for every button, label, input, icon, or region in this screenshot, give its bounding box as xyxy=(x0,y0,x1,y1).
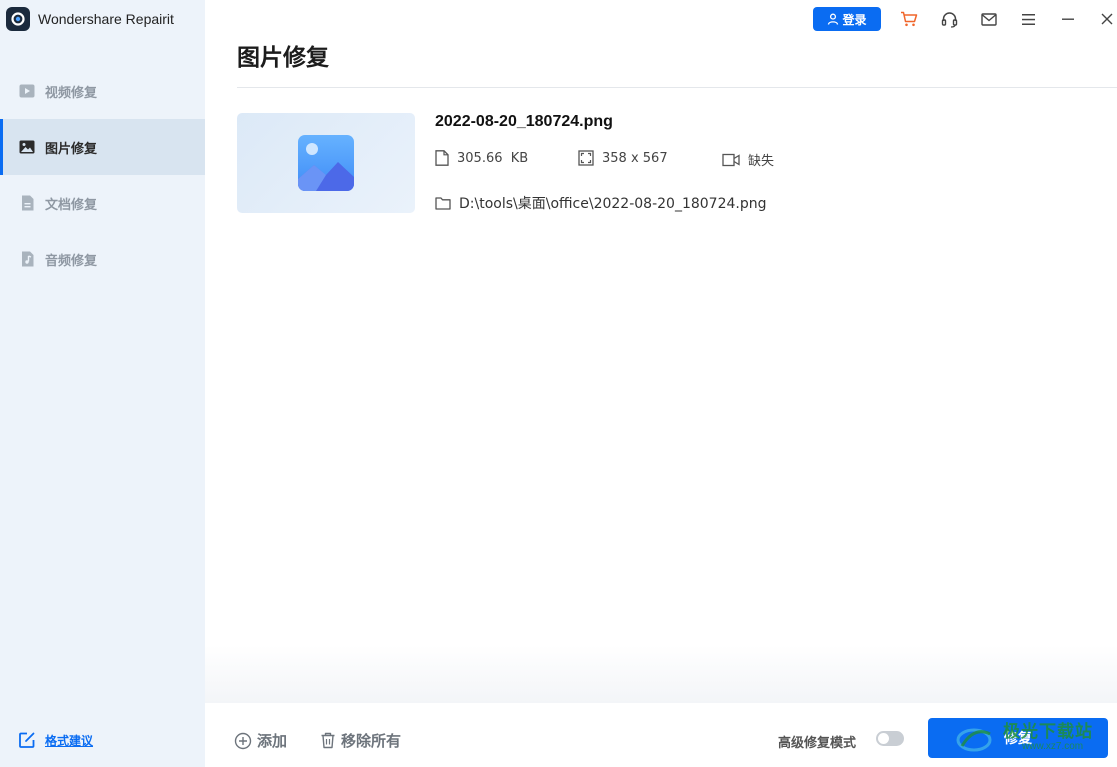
file-icon xyxy=(435,150,449,166)
file-resolution: 358 x 567 xyxy=(578,150,668,166)
app-window: Wondershare Repairit 视频修复 图片修复 文档修复 音频修复… xyxy=(0,0,1117,767)
trash-icon xyxy=(321,732,335,749)
add-label: 添加 xyxy=(257,732,288,750)
sidebar: Wondershare Repairit 视频修复 图片修复 文档修复 音频修复… xyxy=(0,0,205,767)
add-circle-icon xyxy=(234,732,252,749)
brand: Wondershare Repairit xyxy=(6,6,174,32)
sidebar-item-video-repair[interactable]: 视频修复 xyxy=(0,63,205,119)
close-icon[interactable] xyxy=(1097,9,1117,29)
login-button[interactable]: 登录 xyxy=(813,7,881,31)
app-title: Wondershare Repairit xyxy=(38,11,174,27)
page-title: 图片修复 xyxy=(237,45,329,71)
file-status-value: 缺失 xyxy=(748,154,775,169)
file-resolution-value: 358 x 567 xyxy=(602,150,668,166)
cart-icon[interactable] xyxy=(899,9,919,29)
repairit-logo-icon xyxy=(6,7,30,31)
sidebar-item-image-repair[interactable]: 图片修复 xyxy=(0,119,205,175)
image-icon xyxy=(18,138,36,156)
file-status: 缺失 xyxy=(722,150,774,169)
watermark-text: 极光下载站 xyxy=(1003,722,1093,742)
file-path-value: D:\tools\桌面\office\2022-08-20_180724.png xyxy=(459,196,767,212)
format-suggestion-link[interactable]: 格式建议 xyxy=(18,731,93,749)
file-size: 305.66 KB xyxy=(435,150,528,166)
format-suggestion-label: 格式建议 xyxy=(45,733,94,748)
edit-icon xyxy=(18,731,36,749)
sidebar-nav: 视频修复 图片修复 文档修复 音频修复 xyxy=(0,63,205,287)
login-label: 登录 xyxy=(842,12,867,27)
title-divider xyxy=(237,87,1117,88)
document-icon xyxy=(18,194,36,212)
user-icon xyxy=(828,13,839,25)
sidebar-item-label: 视频修复 xyxy=(45,85,98,101)
image-file-icon xyxy=(298,135,354,191)
sidebar-item-audio-repair[interactable]: 音频修复 xyxy=(0,231,205,287)
watermark-url: www.xz7.com xyxy=(1022,741,1084,752)
file-card[interactable]: 2022-08-20_180724.png 305.66 KB 358 x 56… xyxy=(237,113,1097,223)
file-size-value: 305.66 KB xyxy=(457,150,529,166)
remove-all-label: 移除所有 xyxy=(341,732,402,750)
file-path: D:\tools\桌面\office\2022-08-20_180724.png xyxy=(435,193,766,213)
toggle-knob xyxy=(878,733,889,744)
bottom-fade xyxy=(205,645,1117,703)
resolution-icon xyxy=(578,150,594,166)
video-icon xyxy=(18,82,36,100)
advanced-mode-toggle[interactable] xyxy=(876,731,904,746)
sidebar-item-label: 音频修复 xyxy=(45,253,98,269)
sidebar-item-document-repair[interactable]: 文档修复 xyxy=(0,175,205,231)
file-thumbnail xyxy=(237,113,415,213)
add-button[interactable]: 添加 xyxy=(234,730,287,751)
advanced-mode-label: 高级修复模式 xyxy=(778,736,857,751)
audio-icon xyxy=(18,250,36,268)
sidebar-item-label: 文档修复 xyxy=(45,197,98,213)
title-bar: 登录 xyxy=(205,0,1117,36)
headset-icon[interactable] xyxy=(939,9,959,29)
folder-icon xyxy=(435,197,451,210)
menu-icon[interactable] xyxy=(1018,9,1038,29)
file-name: 2022-08-20_180724.png xyxy=(435,113,613,130)
mail-icon[interactable] xyxy=(979,9,999,29)
camera-icon xyxy=(722,153,740,166)
bottom-bar: 添加 移除所有 高级修复模式 修复 xyxy=(205,703,1117,767)
sidebar-item-label: 图片修复 xyxy=(45,141,98,157)
remove-all-button[interactable]: 移除所有 xyxy=(320,730,401,751)
minimize-icon[interactable] xyxy=(1058,9,1078,29)
